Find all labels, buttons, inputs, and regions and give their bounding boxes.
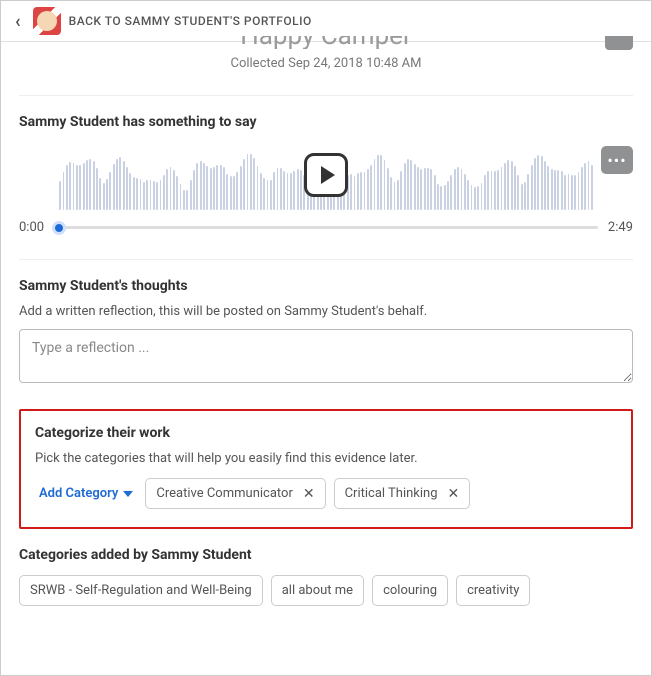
add-category-label: Add Category — [39, 486, 118, 501]
student-categories-heading: Categories added by Sammy Student — [19, 547, 633, 563]
categorize-heading: Categorize their work — [35, 425, 617, 441]
more-button[interactable]: ••• — [601, 146, 633, 174]
student-category-chip: SRWB - Self-Regulation and Well-Being — [19, 575, 263, 606]
categorize-sub: Pick the categories that will help you e… — [35, 451, 617, 466]
play-icon — [321, 166, 335, 184]
time-start: 0:00 — [19, 220, 44, 235]
student-category-chip: colouring — [372, 575, 448, 606]
time-end: 2:49 — [608, 220, 633, 235]
reflection-input[interactable] — [19, 329, 633, 383]
title-block: Happy Camper Collected Sep 24, 2018 10:4… — [19, 36, 633, 71]
chip-label: all about me — [282, 583, 353, 598]
category-row: Add Category Creative Communicator ✕ Cri… — [35, 478, 617, 509]
chip-label: Creative Communicator — [156, 486, 292, 501]
avatar — [33, 7, 61, 35]
thoughts-heading: Sammy Student's thoughts — [19, 278, 633, 294]
divider — [19, 259, 633, 260]
audio-player: ••• 0:00 2:49 — [19, 140, 633, 235]
audio-heading: Sammy Student has something to say — [19, 114, 633, 130]
student-categories-section: Categories added by Sammy Student SRWB -… — [19, 547, 633, 606]
divider — [19, 95, 633, 96]
student-category-row: SRWB - Self-Regulation and Well-Being al… — [19, 575, 633, 606]
seek-thumb[interactable] — [52, 221, 66, 235]
student-category-chip: all about me — [271, 575, 364, 606]
collected-label: Collected — [230, 56, 284, 71]
seek-track[interactable] — [54, 226, 598, 229]
category-chip[interactable]: Creative Communicator ✕ — [145, 478, 325, 509]
back-chevron-icon[interactable]: ‹ — [11, 9, 25, 34]
student-category-chip: creativity — [456, 575, 530, 606]
play-button[interactable] — [304, 153, 348, 197]
close-icon[interactable]: ✕ — [303, 487, 315, 501]
back-link[interactable]: BACK TO SAMMY STUDENT'S PORTFOLIO — [69, 14, 312, 28]
thoughts-sub: Add a written reflection, this will be p… — [19, 304, 633, 319]
chevron-down-icon — [123, 491, 133, 497]
category-chip[interactable]: Critical Thinking ✕ — [334, 478, 471, 509]
waveform — [59, 140, 593, 210]
categorize-section: Categorize their work Pick the categorie… — [19, 409, 633, 529]
collected-date: Sep 24, 2018 10:48 AM — [288, 56, 421, 71]
chip-label: creativity — [467, 583, 519, 598]
chip-label: colouring — [383, 583, 437, 598]
collected-line: Collected Sep 24, 2018 10:48 AM — [19, 56, 633, 71]
chip-label: Critical Thinking — [345, 486, 438, 501]
chip-label: SRWB - Self-Regulation and Well-Being — [30, 583, 252, 598]
close-icon[interactable]: ✕ — [448, 487, 460, 501]
add-category-button[interactable]: Add Category — [35, 480, 137, 507]
audio-timeline: 0:00 2:49 — [19, 220, 633, 235]
